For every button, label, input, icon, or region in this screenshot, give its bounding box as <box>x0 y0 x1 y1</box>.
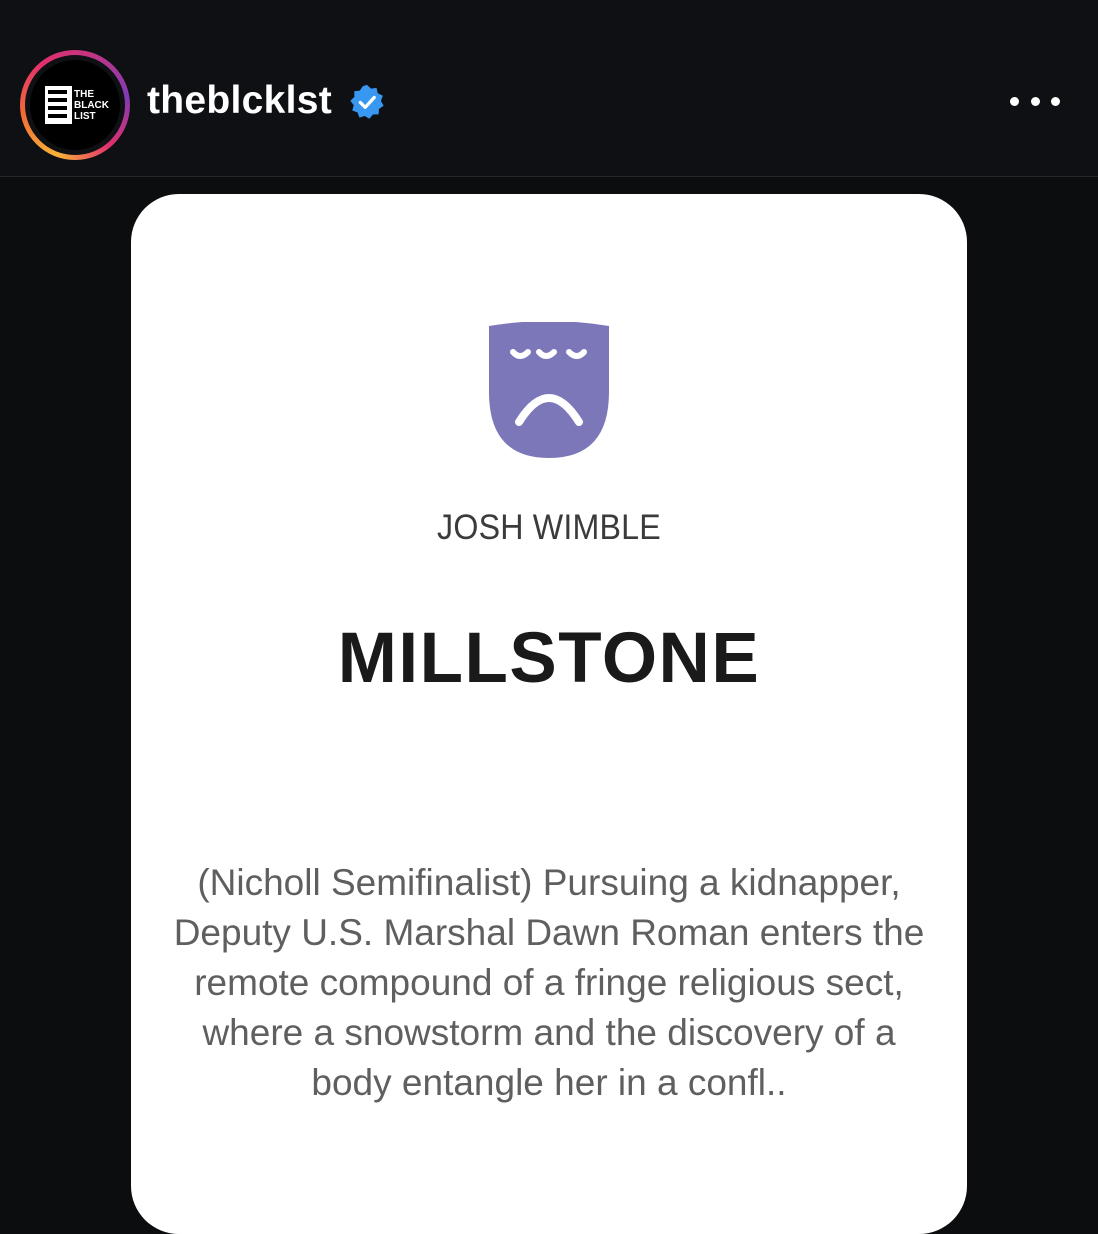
story-ring[interactable]: THE BLACK LIST <box>20 50 130 160</box>
verified-badge-icon <box>350 84 384 119</box>
dot-icon <box>1030 96 1040 106</box>
dot-icon <box>1010 96 1019 106</box>
dot-icon <box>1051 96 1060 106</box>
logline-text: (Nicholl Semifinalist) Pursuing a kidnap… <box>173 862 925 1103</box>
svg-text:LIST: LIST <box>74 111 96 122</box>
svg-text:THE: THE <box>74 89 94 100</box>
more-options-button[interactable] <box>1010 90 1060 112</box>
script-title: MILLSTONE <box>337 619 761 698</box>
svg-text:BLACK: BLACK <box>74 100 110 111</box>
avatar[interactable]: THE BLACK LIST <box>30 60 120 150</box>
post-header: THE BLACK LIST theblcklst <box>0 0 1098 177</box>
author-name: JOSH WIMBLE <box>437 508 661 547</box>
username[interactable]: theblcklst <box>147 79 332 123</box>
post-card: JOSH WIMBLE MILLSTONE (Nicholl Semifinal… <box>131 194 967 1234</box>
black-list-logo: THE BLACK LIST <box>45 86 110 124</box>
sad-theater-mask-icon <box>489 322 609 458</box>
